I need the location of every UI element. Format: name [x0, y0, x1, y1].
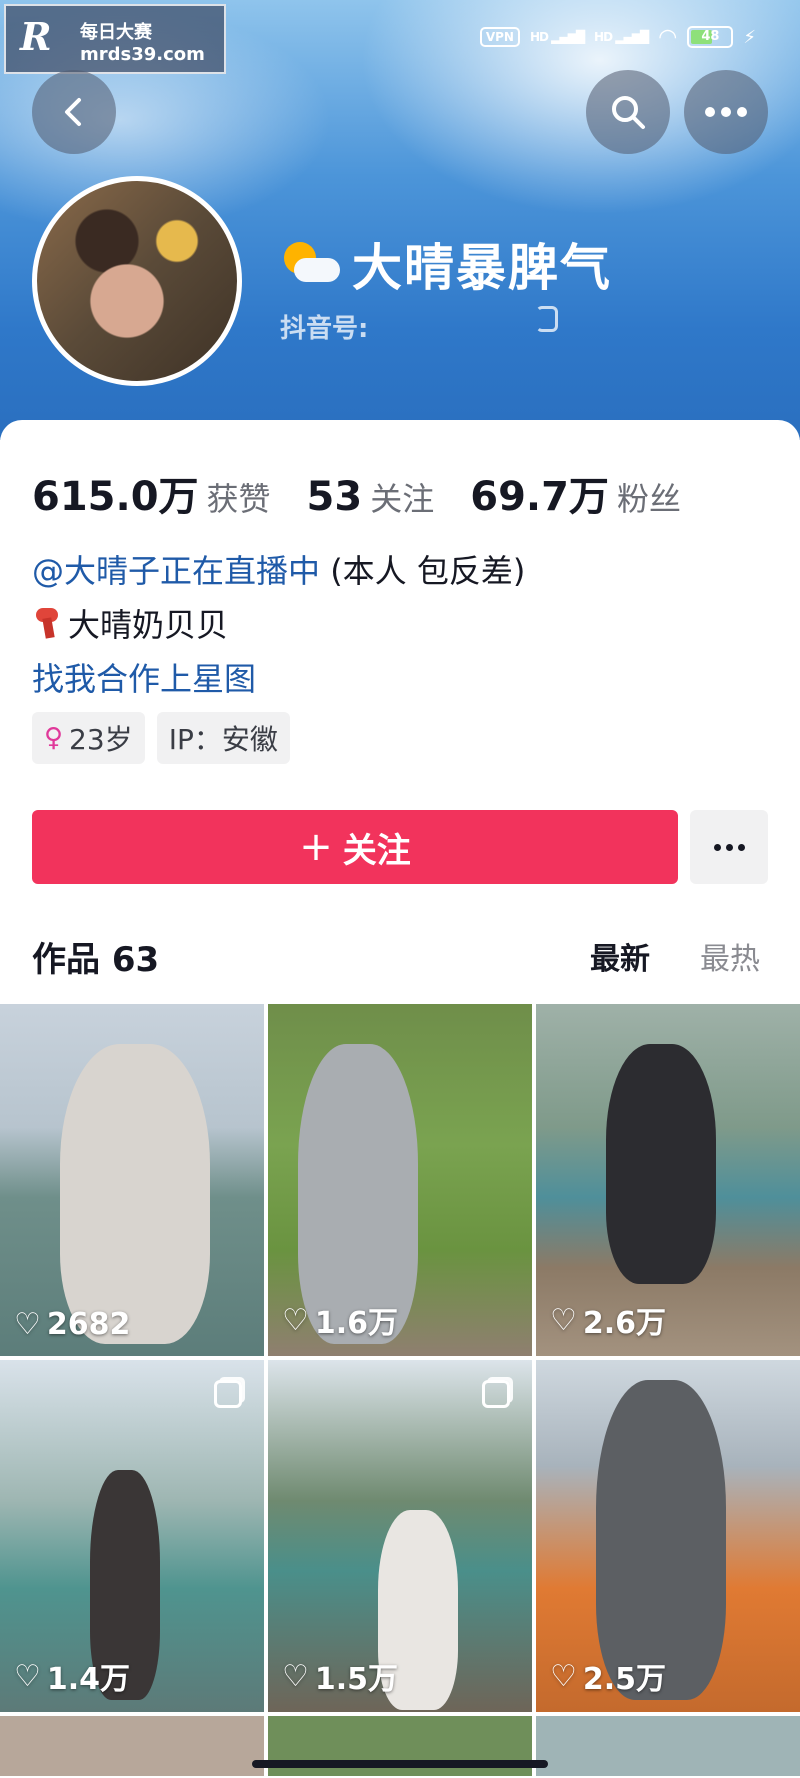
following-count[interactable]: 53 [307, 474, 363, 520]
heart-icon: ♡ [550, 1658, 577, 1694]
avatar[interactable] [32, 176, 242, 386]
video-likes: ♡ 2.6万 [550, 1298, 666, 1342]
charging-icon: ⚡ [743, 26, 756, 48]
bio-star-link[interactable]: 找我合作上星图 [32, 654, 256, 700]
profile-stats: 615.0万 获赞 53 关注 69.7万 粉丝 [32, 464, 717, 522]
multi-image-icon [482, 1380, 510, 1408]
video-likes-count: 1.5万 [314, 1662, 399, 1697]
home-indicator[interactable] [252, 1760, 548, 1768]
more-options-button[interactable] [684, 70, 768, 154]
likes-count[interactable]: 615.0万 [32, 464, 199, 522]
video-likes: ♡ 2682 [14, 1307, 130, 1342]
followers-count[interactable]: 69.7万 [470, 464, 609, 522]
signal-icon-1: HD ▂▄▆█ [529, 30, 585, 44]
sort-hottest[interactable]: 最热 [700, 934, 760, 978]
bio-mention-note: (本人 包反差) [320, 552, 526, 590]
video-thumbnail[interactable]: ♡ 1.4万 [0, 1360, 264, 1712]
wifi-icon: ◠ [658, 24, 678, 50]
video-likes-count: 2.5万 [582, 1662, 667, 1697]
search-button[interactable] [586, 70, 670, 154]
works-tab-title[interactable]: 作品 63 [32, 932, 159, 981]
plus-icon: + [299, 824, 333, 870]
video-thumbnail[interactable]: ♡ 1.5万 [268, 1360, 532, 1712]
video-thumbnail[interactable]: ♡ 2.6万 [536, 1004, 800, 1356]
sort-newest[interactable]: 最新 [590, 934, 650, 978]
vpn-icon: VPN [479, 27, 520, 47]
video-likes: ♡ 2.5万 [550, 1654, 666, 1698]
heart-icon: ♡ [550, 1302, 577, 1338]
thumbnail-figure [60, 1044, 210, 1344]
thumbnail-figure [606, 1044, 716, 1284]
profile-name: 大晴暴脾气 [352, 239, 612, 297]
video-likes-count: 2682 [46, 1307, 131, 1342]
watermark-title: 每日大赛 [80, 22, 152, 43]
video-thumbnail[interactable]: ♡ 1.6万 [268, 1004, 532, 1356]
sun-cloud-icon [280, 236, 344, 292]
status-bar: VPN HD ▂▄▆█ HD ▂▄▆█ ◠ 48 ⚡ [479, 22, 756, 52]
copy-icon[interactable] [536, 306, 558, 332]
heart-icon: ♡ [14, 1658, 41, 1694]
video-thumbnail[interactable]: ♡ 2.5万 [536, 1360, 800, 1712]
ip-text: IP：安徽 [168, 723, 278, 756]
dot-icon [713, 843, 721, 851]
back-arrow-icon [65, 98, 81, 126]
battery-icon: 48 [687, 26, 734, 48]
profile-name-row: 大晴暴脾气 [280, 228, 612, 300]
battery-level: 48 [701, 29, 720, 44]
age-text: 23岁 [69, 723, 133, 756]
watermark-url: mrds39.com [80, 44, 205, 65]
dot-icon [737, 843, 745, 851]
signal-2-label: HD [594, 30, 613, 44]
video-thumbnail[interactable]: ♡ 2682 [0, 1004, 264, 1356]
heart-icon: ♡ [282, 1302, 309, 1338]
search-icon [612, 96, 645, 129]
followers-label: 粉丝 [616, 480, 681, 518]
douyin-id-label: 抖音号: [280, 314, 369, 344]
back-button[interactable] [32, 70, 116, 154]
follow-button[interactable]: + 关注 [32, 810, 678, 884]
watermark-logo: R [20, 14, 52, 59]
follow-label: 关注 [342, 830, 411, 871]
scarf-icon [32, 606, 62, 640]
ellipsis-icon [705, 107, 747, 117]
video-likes-count: 2.6万 [582, 1306, 667, 1341]
signal-1-label: HD [529, 30, 549, 44]
bio-line-2-text: 大晴奶贝贝 [68, 606, 229, 644]
dot-icon [725, 843, 733, 851]
female-icon: ♀ [44, 723, 64, 753]
heart-icon: ♡ [282, 1658, 309, 1694]
multi-image-icon [214, 1380, 242, 1408]
profile-cover: R 每日大赛 mrds39.com VPN HD ▂▄▆█ HD ▂▄▆█ ◠ … [0, 0, 800, 440]
follow-more-button[interactable] [690, 810, 768, 884]
bio-line-1: @大晴子正在直播中 (本人 包反差) [32, 546, 525, 592]
age-tag: ♀ 23岁 [32, 712, 145, 764]
bio-mention-link[interactable]: @大晴子正在直播中 [32, 552, 320, 590]
video-likes: ♡ 1.4万 [14, 1654, 130, 1698]
ip-tag: IP：安徽 [156, 712, 290, 764]
profile-tags: ♀ 23岁 IP：安徽 [32, 712, 290, 764]
video-likes-count: 1.4万 [46, 1662, 131, 1697]
video-thumbnail[interactable] [536, 1716, 800, 1776]
signal-icon-2: HD ▂▄▆█ [594, 30, 649, 44]
following-label: 关注 [370, 480, 435, 518]
watermark: R 每日大赛 mrds39.com [4, 4, 226, 74]
video-likes: ♡ 1.6万 [282, 1298, 398, 1342]
thumbnail-figure [596, 1380, 726, 1700]
heart-icon: ♡ [14, 1307, 41, 1342]
video-thumbnail[interactable] [0, 1716, 264, 1776]
video-likes: ♡ 1.5万 [282, 1654, 398, 1698]
likes-label: 获赞 [206, 480, 271, 518]
video-likes-count: 1.6万 [314, 1306, 399, 1341]
bio-line-2: 大晴奶贝贝 [32, 600, 228, 646]
